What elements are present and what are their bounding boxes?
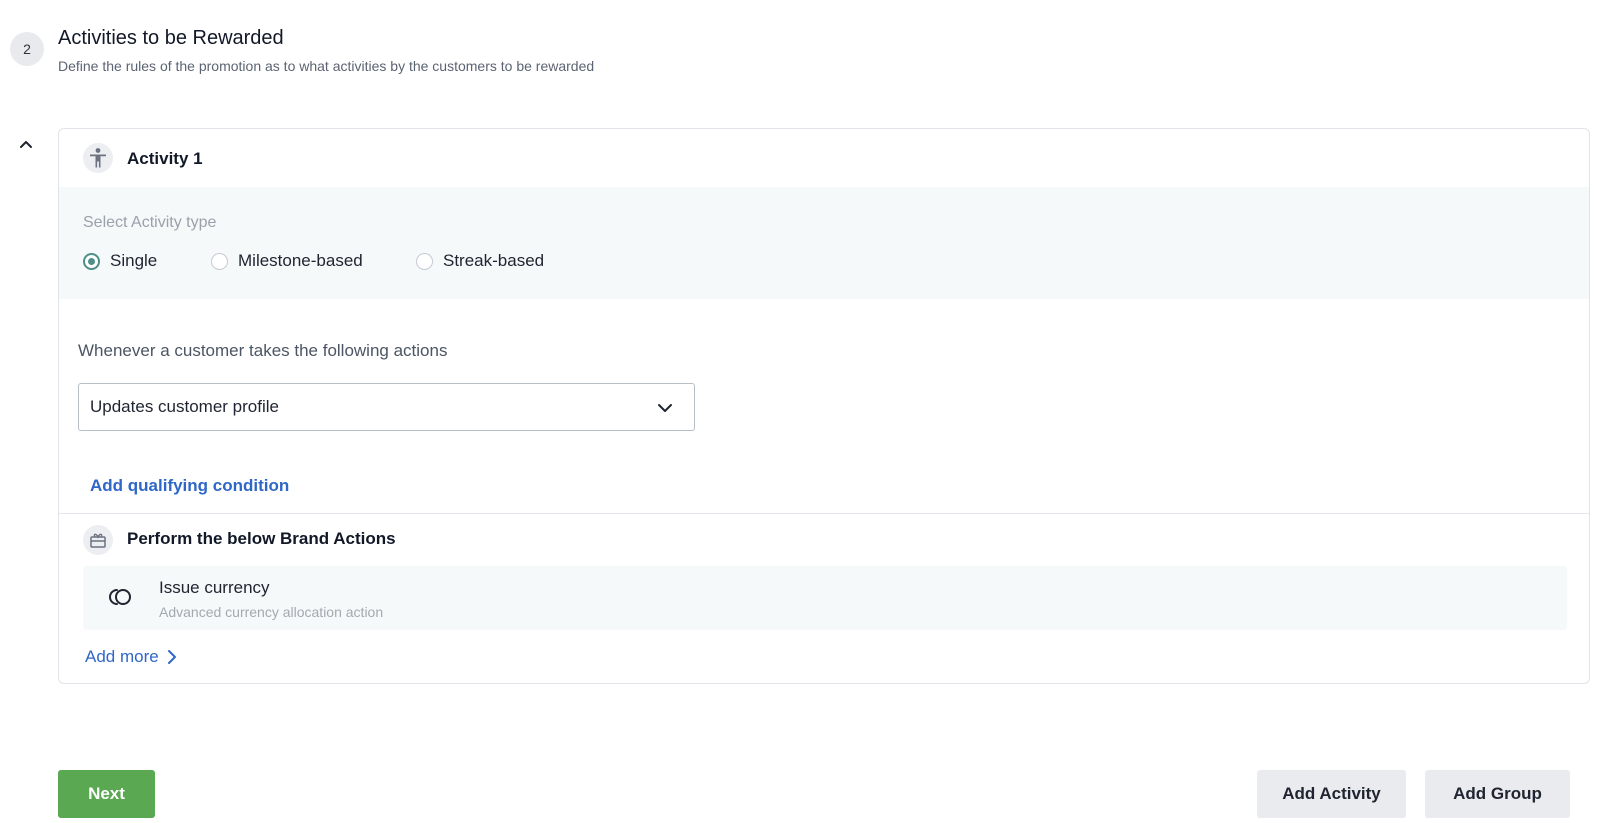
radio-button[interactable] [416, 252, 433, 270]
add-qualifying-condition-link[interactable]: Add qualifying condition [90, 476, 289, 496]
add-more-label: Add more [85, 647, 159, 666]
collapse-toggle[interactable] [16, 134, 36, 154]
brand-action-title: Issue currency [159, 578, 270, 597]
brand-action-description: Advanced currency allocation action [159, 604, 384, 620]
radio-button-checked[interactable] [83, 252, 100, 270]
select-value: Updates customer profile [90, 397, 279, 416]
step-number-badge: 2 [10, 32, 44, 66]
divider [59, 513, 1589, 514]
actions-label: Whenever a customer takes the following … [78, 341, 448, 360]
activity-card: Activity 1 Select Activity type Single M… [58, 128, 1590, 684]
next-button[interactable]: Next [58, 770, 155, 818]
chevron-right-icon [167, 650, 176, 664]
brand-actions-title: Perform the below Brand Actions [127, 529, 396, 548]
section-title: Activities to be Rewarded [58, 27, 284, 49]
add-activity-button[interactable]: Add Activity [1257, 770, 1406, 818]
radio-label-milestone: Milestone-based [238, 251, 363, 270]
radio-single[interactable]: Single [83, 251, 157, 271]
radio-streak-based[interactable]: Streak-based [416, 251, 544, 271]
chevron-down-icon [658, 404, 672, 412]
add-more-link[interactable]: Add more [85, 647, 177, 667]
radio-label-single: Single [110, 251, 158, 270]
activity-header: Activity 1 [59, 129, 1589, 187]
activity-type-panel: Select Activity type Single Milestone-ba… [59, 187, 1589, 299]
radio-button[interactable] [211, 252, 228, 270]
activity-title: Activity 1 [127, 149, 203, 168]
brand-action-item[interactable]: Issue currency Advanced currency allocat… [83, 566, 1567, 630]
radio-label-streak: Streak-based [443, 251, 545, 270]
customer-action-select[interactable]: Updates customer profile [78, 383, 695, 431]
activity-type-label: Select Activity type [83, 214, 217, 231]
add-group-button[interactable]: Add Group [1425, 770, 1570, 818]
section-subtitle: Define the rules of the promotion as to … [58, 58, 595, 74]
chevron-up-icon [20, 141, 32, 148]
currency-icon [109, 589, 131, 605]
radio-milestone-based[interactable]: Milestone-based [211, 251, 363, 271]
gift-icon [83, 525, 113, 555]
activity-person-icon [83, 143, 113, 173]
